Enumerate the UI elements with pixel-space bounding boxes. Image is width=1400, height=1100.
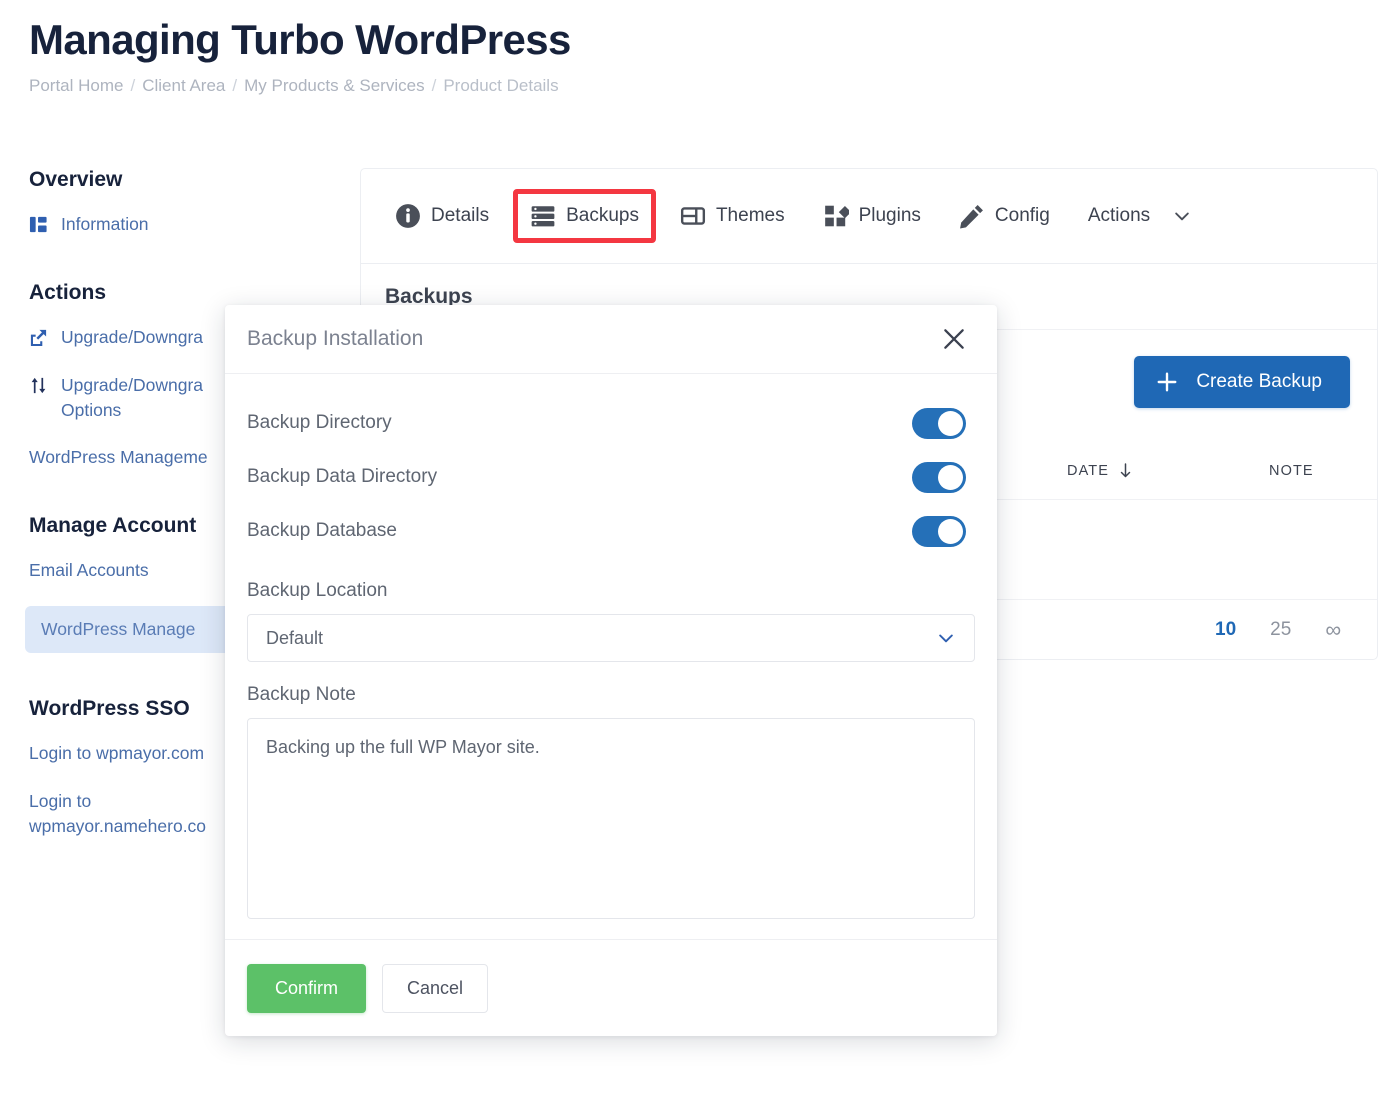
confirm-button[interactable]: Confirm [247,963,367,1013]
toggle-knob [938,410,963,436]
sidebar-group-overview: Overview Information [29,168,340,237]
cancel-button[interactable]: Cancel [382,963,489,1013]
tab-plugins[interactable]: Plugins [809,193,935,239]
pencil-icon [960,205,983,229]
page-title: Managing Turbo WordPress [29,16,571,63]
modal-body: Backup Directory Backup Data Directory B… [225,374,997,924]
backup-note-label: Backup Note [247,684,356,705]
plus-icon [1157,372,1177,392]
tab-backups[interactable]: Backups [513,189,656,243]
breadcrumb-item-product-details: Product Details [443,76,559,96]
breadcrumb: Portal Home / Client Area / My Products … [29,76,571,96]
backup-location-value: Default [266,627,324,648]
info-circle-icon [396,204,420,228]
chevron-down-icon [939,634,953,643]
sidebar-item-label: Information [61,214,149,234]
breadcrumb-item-portal-home[interactable]: Portal Home [29,76,123,96]
toggle-knob [938,518,963,544]
tab-label: Backups [566,205,639,226]
page-bottom-strip [0,1082,1400,1100]
sidebar-item-label: Login to wpmayor.com [29,742,205,763]
sidebar-item-label: WordPress Manageme [29,447,208,468]
close-icon[interactable] [941,326,967,352]
backup-location-select[interactable]: Default [247,614,975,662]
create-backup-button[interactable]: Create Backup [1134,356,1350,408]
sidebar-item-label: WordPress Manage [41,619,196,640]
toggle-backup-data-directory[interactable] [912,461,966,493]
tab-actions[interactable]: Actions [1074,195,1206,237]
tab-label: Plugins [858,205,921,226]
sidebar-item-label: Upgrade/Downgra Options [61,374,204,420]
sidebar-group-title-overview: Overview [29,168,123,191]
toggle-row-backup-database: Backup Database [247,504,975,558]
modal-title: Backup Installation [247,327,424,350]
tab-themes[interactable]: Themes [666,193,799,239]
pagination-option-10[interactable]: 10 [1215,619,1236,641]
tab-details[interactable]: Details [381,193,503,239]
tab-label: Actions [1087,205,1151,226]
tab-label: Themes [715,205,785,226]
toggle-backup-database[interactable] [912,515,966,547]
create-backup-label: Create Backup [1196,371,1322,392]
arrows-up-down-icon [31,377,46,393]
column-header-date[interactable]: DATE [1067,463,1132,479]
column-header-label: NOTE [1269,462,1314,479]
pagination-option-all[interactable]: ∞ [1325,617,1341,643]
toggle-row-backup-data-directory: Backup Data Directory [247,450,975,504]
breadcrumb-separator: / [130,76,136,96]
sidebar-item-label: Upgrade/Downgra [61,326,204,347]
modal-header: Backup Installation [225,305,997,374]
breadcrumb-item-my-products-services[interactable]: My Products & Services [244,76,424,96]
server-stack-icon [531,206,555,227]
page-root: Managing Turbo WordPress Portal Home / C… [0,0,1400,1100]
toggle-label: Backup Directory [247,412,392,433]
column-header-label: DATE [1067,462,1109,479]
tab-label: Details [431,205,490,226]
sidebar-item-upgrade-downgrade-options[interactable]: Upgrade/Downgra Options [29,373,239,423]
layout-columns-icon [29,216,47,233]
pagination-option-25[interactable]: 25 [1270,619,1291,641]
sidebar-item-login-wpmayor-namehero[interactable]: Login to wpmayor.namehero.co [29,789,239,839]
plugin-blocks-icon [824,205,849,227]
tab-label: Config [994,205,1050,226]
backup-note-input[interactable] [247,718,975,919]
breadcrumb-item-client-area[interactable]: Client Area [142,76,225,96]
sidebar-item-label: Login to wpmayor.namehero.co [29,790,207,836]
toggle-knob [938,464,963,490]
tab-bar: Details Backups Themes Plugins Config Ac… [360,168,1378,264]
sidebar-item-information[interactable]: Information [29,212,340,237]
sidebar-item-wordpress-manager[interactable]: WordPress Manage [25,606,257,653]
toggle-label: Backup Data Directory [247,466,438,487]
backup-installation-modal: Backup Installation Backup Directory Bac… [225,305,997,1036]
breadcrumb-separator: / [232,76,238,96]
sidebar-group-title-actions: Actions [29,280,107,304]
page-header: Managing Turbo WordPress Portal Home / C… [29,16,571,96]
sort-arrow-down-icon [1120,462,1131,477]
layout-panel-icon [680,207,705,225]
backup-location-label: Backup Location [247,580,388,601]
sidebar-item-label: Email Accounts [29,560,149,581]
tab-config[interactable]: Config [945,193,1064,239]
toggle-row-backup-directory: Backup Directory [247,396,975,450]
breadcrumb-separator: / [431,76,437,96]
column-header-note[interactable]: NOTE [1269,463,1314,479]
toggle-backup-directory[interactable] [912,407,966,439]
external-link-icon [30,329,47,346]
toggle-label: Backup Database [247,520,397,541]
modal-footer: Confirm Cancel [225,939,997,1036]
chevron-down-icon [1175,212,1189,221]
